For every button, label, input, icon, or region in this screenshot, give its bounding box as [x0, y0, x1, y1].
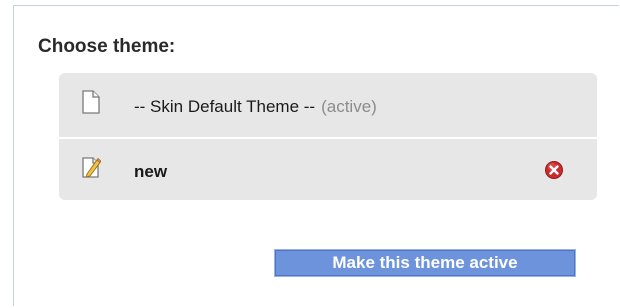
document-icon — [82, 90, 100, 114]
make-theme-active-button[interactable]: Make this theme active — [274, 249, 576, 277]
edit-document-icon — [82, 157, 101, 178]
theme-name-new: new — [134, 162, 168, 181]
theme-name-text: -- Skin Default Theme -- — [134, 97, 316, 116]
active-status-label: (active) — [321, 97, 377, 116]
row-divider — [59, 137, 597, 139]
theme-row-new[interactable]: new — [59, 141, 597, 201]
theme-row-skin-default[interactable]: -- Skin Default Theme -- (active) — [59, 76, 597, 136]
theme-list: -- Skin Default Theme -- (active) new — [59, 73, 597, 200]
theme-name-skin-default: -- Skin Default Theme -- (active) — [134, 97, 377, 117]
delete-icon[interactable] — [544, 160, 564, 180]
choose-theme-heading: Choose theme: — [38, 36, 176, 57]
